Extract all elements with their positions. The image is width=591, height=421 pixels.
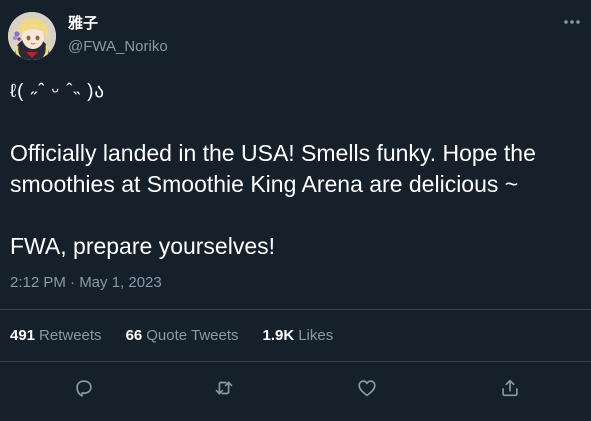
retweet-icon	[215, 381, 233, 395]
more-icon	[564, 20, 580, 24]
timestamp-text[interactable]: 2:12 PM · May 1, 2023	[10, 274, 162, 291]
tweet-line-2: FWA, prepare yourselves!	[10, 233, 276, 259]
user-handle[interactable]: @FWA_Noriko	[68, 38, 168, 56]
quote-tweets-label: Quote Tweets	[146, 327, 239, 344]
reply-button[interactable]	[70, 374, 98, 402]
retweets-label: Retweets	[39, 327, 102, 344]
tweet-line-1: Officially landed in the USA! Smells fun…	[10, 140, 543, 197]
display-name[interactable]: 雅子	[68, 15, 98, 33]
retweets-stat[interactable]: 491 Retweets	[10, 327, 102, 345]
retweet-button[interactable]	[210, 374, 238, 402]
share-button[interactable]	[496, 374, 524, 402]
more-options-button[interactable]	[560, 12, 584, 32]
likes-count: 1.9K	[262, 327, 295, 344]
avatar[interactable]	[8, 12, 56, 60]
like-button[interactable]	[353, 374, 381, 402]
share-icon	[502, 379, 518, 397]
retweets-count: 491	[10, 327, 36, 344]
reply-icon	[76, 380, 92, 397]
avatar-image	[8, 12, 56, 60]
quote-tweets-count: 66	[125, 327, 143, 344]
tweet-stats: 491 Retweets 66 Quote Tweets 1.9K Likes	[10, 327, 333, 345]
tweet-text: ℓ( ˶ˆ ᵕ ˆ˵ )ა Officially landed in the U…	[10, 76, 580, 262]
tweet-kaomoji: ℓ( ˶ˆ ᵕ ˆ˵ )ა	[10, 81, 106, 102]
divider	[0, 309, 591, 310]
likes-label: Likes	[298, 327, 334, 344]
divider	[0, 361, 591, 362]
tweet-timestamp[interactable]: 2:12 PM · May 1, 2023	[10, 274, 162, 292]
likes-stat[interactable]: 1.9K Likes	[263, 327, 334, 345]
like-icon	[358, 380, 376, 397]
quote-tweets-stat[interactable]: 66 Quote Tweets	[126, 327, 239, 345]
tweet-card: 雅子 @FWA_Noriko ℓ( ˶ˆ ᵕ ˆ˵ )ა Officially …	[0, 0, 591, 421]
